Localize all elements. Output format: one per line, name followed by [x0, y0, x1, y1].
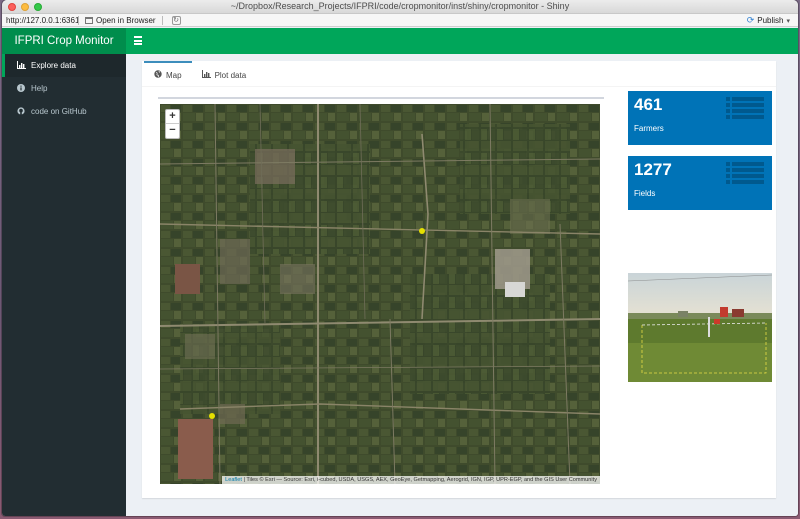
bar-chart-icon	[201, 70, 211, 80]
value-box-fields: 1277 Fields	[628, 156, 772, 210]
fields-label: Fields	[634, 189, 656, 198]
leaflet-link[interactable]: Leaflet	[225, 477, 242, 483]
tab-label: Plot data	[214, 70, 247, 80]
list-icon	[726, 162, 766, 194]
sidebar-item-github[interactable]: code on GitHub	[2, 100, 126, 123]
list-icon	[726, 97, 766, 129]
value-box-farmers: 461 Farmers	[628, 91, 772, 145]
app-header: IFPRI Crop Monitor	[2, 28, 798, 54]
publish-icon: ⟳	[746, 15, 755, 25]
zoom-out-button[interactable]: −	[166, 124, 179, 138]
sidebar: Explore data Help code on GitHub	[2, 54, 126, 516]
satellite-imagery	[160, 104, 600, 484]
toolbar-divider	[78, 15, 79, 25]
zoom-in-button[interactable]: +	[166, 110, 179, 124]
farmers-label: Farmers	[634, 124, 664, 133]
publish-label: Publish	[757, 16, 784, 25]
tab-map[interactable]: Map	[144, 61, 192, 87]
refresh-icon[interactable]: ↻	[171, 15, 181, 25]
sidebar-item-explore-data[interactable]: Explore data	[2, 54, 126, 77]
field-photo	[628, 273, 772, 382]
url-label: http://127.0.0.1:6361	[6, 15, 80, 25]
sidebar-item-label: code on GitHub	[31, 107, 87, 116]
sidebar-item-label: Explore data	[31, 61, 76, 70]
sidebar-item-help[interactable]: Help	[2, 77, 126, 100]
farmers-count: 461	[634, 95, 663, 114]
map-attribution: Leaflet | Tiles © Esri — Source: Esri, i…	[222, 476, 600, 484]
app-window: ~/Dropbox/Research_Projects/IFPRI/code/c…	[2, 0, 798, 516]
field-marker[interactable]	[419, 228, 425, 234]
chevron-down-icon: ▾	[786, 17, 790, 25]
satellite-map[interactable]: + − Leaflet | Tiles © Esri — Source: Esr…	[160, 104, 600, 484]
attribution-text: | Tiles © Esri — Source: Esri, i-cubed, …	[241, 477, 597, 483]
open-in-browser-button[interactable]: Open in Browser	[82, 16, 159, 25]
fields-count: 1277	[634, 160, 672, 179]
app-title: IFPRI Crop Monitor	[2, 28, 126, 54]
tab-label: Map	[166, 70, 182, 80]
bar-chart-icon	[15, 60, 27, 71]
tab-plot-data[interactable]: Plot data	[192, 61, 257, 87]
toolbar-divider	[161, 15, 163, 25]
open-in-browser-label: Open in Browser	[96, 15, 156, 25]
viewer-toolbar: http://127.0.0.1:6361 Open in Browser ↻ …	[2, 14, 798, 27]
main-content: Map Plot data + − Leaflet | Tiles © Esri…	[126, 54, 798, 516]
field-marker[interactable]	[209, 413, 215, 419]
window-titlebar: ~/Dropbox/Research_Projects/IFPRI/code/c…	[2, 0, 798, 14]
tab-box: Map Plot data + − Leaflet | Tiles © Esri…	[142, 61, 776, 498]
browser-window-icon	[85, 16, 93, 24]
field-photo-image	[628, 273, 772, 382]
publish-button[interactable]: ⟳ Publish ▾	[747, 15, 790, 26]
github-icon	[15, 106, 27, 117]
map-top-border	[158, 97, 604, 99]
sidebar-item-label: Help	[31, 84, 48, 93]
tab-bar: Map Plot data	[142, 61, 776, 87]
window-title: ~/Dropbox/Research_Projects/IFPRI/code/c…	[230, 1, 570, 11]
info-icon	[15, 83, 27, 94]
sidebar-toggle-icon[interactable]	[134, 36, 142, 45]
zoom-control: + −	[165, 109, 180, 139]
globe-icon	[154, 70, 162, 80]
